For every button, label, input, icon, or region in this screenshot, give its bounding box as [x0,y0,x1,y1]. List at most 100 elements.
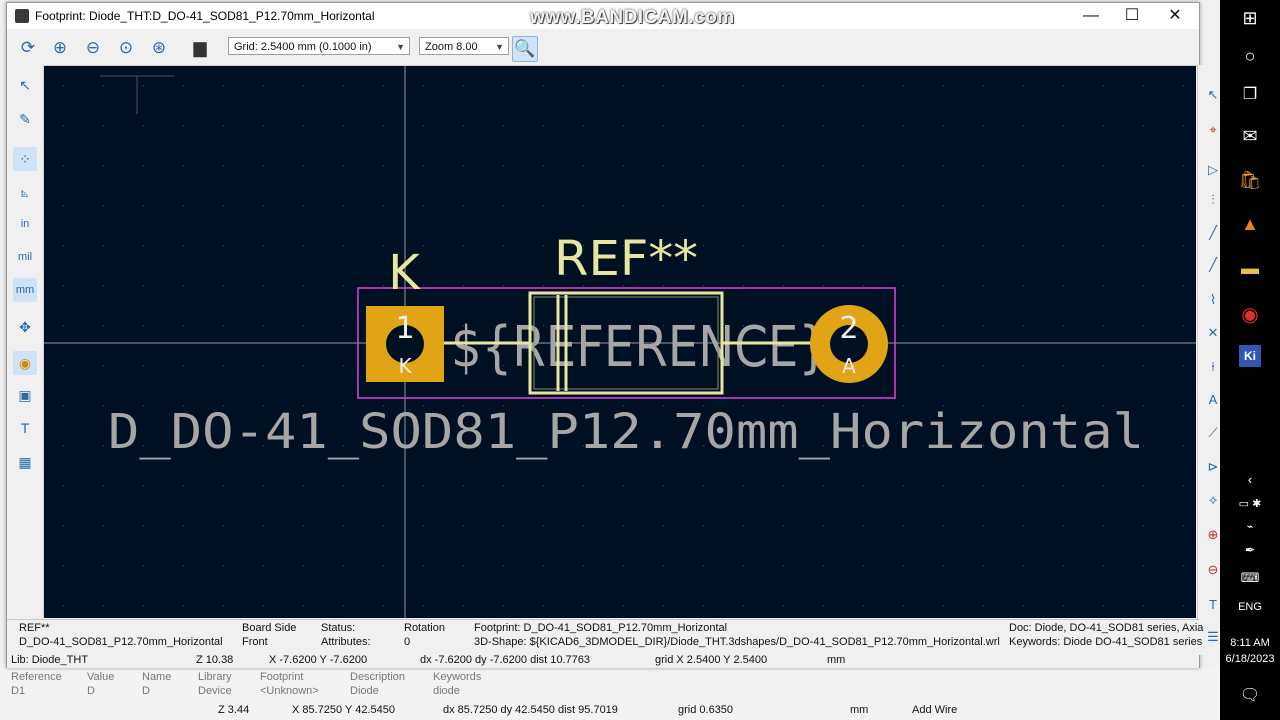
status-board-side-value: Front [242,636,268,648]
polar-coords-icon[interactable]: ⦝ [13,180,37,204]
pad-number-icon[interactable]: ▣ [13,383,37,407]
graphic-sketch-icon[interactable]: ▦ [13,450,37,474]
clock-date[interactable]: 6/18/2023 [1220,653,1280,665]
chevron-down-icon: ▼ [495,42,504,52]
language-indicator[interactable]: ENG [1220,601,1280,613]
grid-dots-icon[interactable]: ⁘ [13,147,37,171]
status-rotation-label: Rotation [404,622,445,634]
pad-1-number: 1 [395,311,414,346]
status-status-label: Status: [321,622,356,634]
value-field-text: D_DO-41_SOD81_P12.70mm_Horizontal [108,404,1144,460]
zoom-fit-icon[interactable]: ⊙ [114,36,138,60]
status-doc-line: Doc: Diode, DO-41_SOD81 series, Axia [1009,622,1204,634]
mail-icon[interactable]: ✉ [1220,126,1280,147]
status-units-readout: mm [827,654,846,666]
units-mil-button[interactable]: mil [13,245,37,269]
bg-library-label: Library [198,671,232,683]
store-icon[interactable]: 🛍 [1220,170,1280,191]
grid-select[interactable]: Grid: 2.5400 mm (0.1000 in) ▼ [228,37,410,55]
status-ref-label: REF** [19,622,50,634]
zoom-selection-icon[interactable]: ⊛ [147,36,171,60]
minimize-button[interactable]: — [1069,3,1113,29]
bg-keywords-label: Keywords [433,671,482,683]
reference-field-text: ${REFERENCE} [451,315,829,380]
windows-taskbar: ⊞ ○ ❐ ✉ 🛍 ▲ ▬ ◉ Ki ‹ ▭ ✱ ⌁ ✒ ⌨ ENG 8:11 … [1220,0,1280,720]
select-arrow-icon[interactable]: ↖ [13,73,37,97]
record-icon[interactable]: ◉ [1220,302,1280,327]
bg-delta-readout: dx 85.7250 dy 42.5450 dist 95.7019 [443,704,618,716]
file-explorer-icon[interactable]: ▬ [1220,258,1280,279]
pen-icon[interactable]: ✒ [1220,543,1280,557]
bg-zoom-readout: Z 3.44 [218,704,250,716]
windows-start-icon[interactable]: ⊞ [1220,8,1280,29]
status-delta-readout: dx -7.6200 dy -7.6200 dist 10.7763 [420,654,591,666]
pad-1-name: K [398,354,412,378]
status-rotation-value: 0 [404,636,411,648]
status-ref-value: D_DO-41_SOD81_P12.70mm_Horizontal [19,636,223,648]
units-mm-label: mm [15,284,35,296]
zoom-auto-icon[interactable]: 🔍 [512,36,538,62]
bg-library-value: Device [198,685,232,697]
status-footprint-line: Footprint: D_DO-41_SOD81_P12.70mm_Horizo… [474,622,728,634]
keyboard-icon[interactable]: ⌨ [1220,570,1280,586]
bg-description-label: Description [350,671,406,683]
notification-icon[interactable]: 🗨 [1220,685,1280,705]
silk-k-label: K [388,245,421,301]
chevron-down-icon: ▼ [396,42,405,52]
bg-description-value: Diode [350,685,379,697]
bg-value-value: D [87,685,95,697]
bg-mode-readout: Add Wire [912,704,958,716]
units-inch-label: in [20,218,30,230]
footprint-drawing: ${REFERENCE} 1 K 2 A K REF** D_DO-41_SOD… [44,66,1196,618]
bg-units-readout: mm [850,704,869,716]
bg-value-label: Value [87,671,115,683]
zoom-select[interactable]: Zoom 8.00 ▼ [419,37,509,55]
units-mil-label: mil [17,251,33,263]
pad-2-number: 2 [839,311,858,346]
status-zoom-readout: Z 10.38 [196,654,234,666]
refresh-icon[interactable]: ⟳ [16,36,40,60]
footprint-viewer-window: Footprint: Diode_THT:D_DO-41_SOD81_P12.7… [6,2,1228,668]
vlc-icon[interactable]: ▲ [1220,214,1280,235]
3d-viewer-icon[interactable]: ▆ [188,36,212,60]
top-toolbar: ⟳ ⊕ ⊖ ⊙ ⊛ ▆ Grid: 2.5400 mm (0.1000 in) ▼… [7,29,1199,66]
clock-time[interactable]: 8:11 AM [1220,637,1280,649]
task-view-icon[interactable]: ❐ [1220,84,1280,104]
status-keywords-line: Keywords: Diode DO-41_SOD81 series [1009,636,1203,648]
chevron-left-icon[interactable]: ‹ [1220,472,1280,487]
bg-reference-value: D1 [11,685,26,697]
search-icon[interactable]: ○ [1220,46,1280,67]
pcb-canvas[interactable]: ${REFERENCE} 1 K 2 A K REF** D_DO-41_SOD… [44,66,1196,618]
bg-name-label: Name [142,671,172,683]
zoom-in-icon[interactable]: ⊕ [48,36,72,60]
app-icon [15,9,29,23]
pad-sketch-icon[interactable]: ◉ [13,351,37,375]
bg-name-value: D [142,685,150,697]
measure-icon[interactable]: ✎ [13,107,37,131]
zoom-select-value: Zoom 8.00 [425,41,478,53]
units-inch-button[interactable]: in [13,212,37,236]
network-icon[interactable]: ⌁ [1220,520,1280,533]
bg-reference-label: Reference [11,671,62,683]
zoom-out-icon[interactable]: ⊖ [81,36,105,60]
background-properties-panel: Reference D1 Value D Name D Library Devi… [0,668,1220,720]
cursor-shape-icon[interactable]: ✥ [13,315,37,339]
text-sketch-icon[interactable]: T [13,416,37,440]
bg-grid-readout: grid 0.6350 [678,704,734,716]
status-coord-readout: X -7.6200 Y -7.6200 [269,654,368,666]
grid-select-value: Grid: 2.5400 mm (0.1000 in) [234,41,372,53]
status-grid-readout: grid X 2.5400 Y 2.5400 [655,654,768,666]
bg-footprint-label: Footprint [260,671,304,683]
bg-footprint-value: <Unknown> [260,685,319,697]
close-button[interactable]: ✕ [1153,3,1197,29]
units-mm-button[interactable]: mm [13,278,37,302]
recorder-watermark: www.BANDICAM.com [530,7,735,28]
silk-ref-text: REF** [554,231,698,287]
maximize-button[interactable]: ☐ [1110,3,1154,29]
status-board-side-label: Board Side [242,622,297,634]
tray-icons[interactable]: ▭ ✱ [1220,497,1280,510]
kicad-icon[interactable]: Ki [1220,345,1280,371]
pad-2-name: A [842,354,856,378]
status-lib: Lib: Diode_THT [11,654,89,666]
title-bar[interactable]: Footprint: Diode_THT:D_DO-41_SOD81_P12.7… [7,3,1199,29]
